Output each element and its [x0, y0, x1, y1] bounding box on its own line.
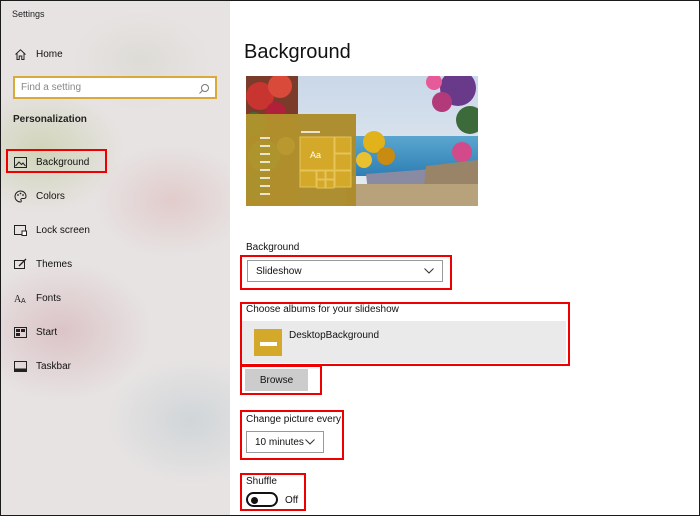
sidebar-item-taskbar[interactable]: Taskbar: [1, 355, 230, 377]
album-item[interactable]: DesktopBackground: [242, 321, 566, 363]
sidebar-item-start[interactable]: Start: [1, 321, 230, 343]
preview-sample-text: Aa: [310, 150, 321, 160]
search-box[interactable]: [13, 76, 217, 99]
sidebar-item-fonts[interactable]: AA Fonts: [1, 287, 230, 309]
search-icon[interactable]: [198, 82, 210, 94]
background-dropdown[interactable]: Slideshow: [247, 260, 443, 282]
main-content: Background Aa Background Slideshow Choos…: [230, 1, 699, 515]
sidebar-item-themes[interactable]: Themes: [1, 253, 230, 275]
font-icon: AA: [13, 291, 27, 305]
sidebar: Settings Home Personalization Background: [1, 1, 230, 515]
app-title: Settings: [12, 9, 45, 19]
sidebar-item-label: Background: [36, 156, 90, 168]
sidebar-item-label: Fonts: [36, 292, 62, 304]
shuffle-toggle[interactable]: [246, 492, 278, 507]
sidebar-item-background[interactable]: Background: [1, 151, 230, 173]
interval-dropdown[interactable]: 10 minutes: [246, 431, 324, 453]
page-title: Background: [244, 41, 351, 63]
brush-icon: [13, 257, 27, 271]
background-label: Background: [246, 242, 300, 253]
taskbar-icon: [13, 359, 27, 373]
background-preview: Aa: [246, 76, 478, 206]
sidebar-item-label: Lock screen: [36, 224, 90, 236]
sidebar-item-colors[interactable]: Colors: [1, 185, 230, 207]
palette-icon: [13, 189, 27, 203]
home-icon: [13, 47, 27, 61]
sidebar-item-label: Themes: [36, 258, 73, 270]
sidebar-item-label: Taskbar: [36, 360, 72, 372]
sidebar-item-lock-screen[interactable]: Lock screen: [1, 219, 230, 241]
browse-button[interactable]: Browse: [245, 369, 308, 391]
sidebar-item-home[interactable]: Home: [1, 43, 230, 65]
search-input[interactable]: [15, 82, 195, 93]
lock-screen-icon: [13, 223, 27, 237]
shuffle-state: Off: [285, 495, 299, 506]
albums-label: Choose albums for your slideshow: [246, 304, 399, 315]
chevron-down-icon: [305, 439, 315, 445]
folder-icon: [254, 329, 282, 356]
section-header: Personalization: [13, 114, 87, 125]
sidebar-item-label: Colors: [36, 190, 65, 202]
start-icon: [13, 325, 27, 339]
picture-icon: [13, 155, 27, 169]
sidebar-item-label: Home: [36, 48, 63, 60]
album-name: DesktopBackground: [289, 330, 380, 341]
toggle-knob: [251, 496, 258, 504]
shuffle-label: Shuffle: [246, 476, 277, 487]
interval-dropdown-value: 10 minutes: [255, 436, 304, 448]
interval-label: Change picture every: [246, 414, 342, 425]
svg-text:A: A: [21, 298, 26, 304]
sidebar-item-label: Start: [36, 326, 58, 338]
settings-window: Settings Home Personalization Background: [0, 0, 700, 516]
chevron-down-icon: [424, 268, 434, 274]
background-dropdown-value: Slideshow: [256, 265, 302, 277]
